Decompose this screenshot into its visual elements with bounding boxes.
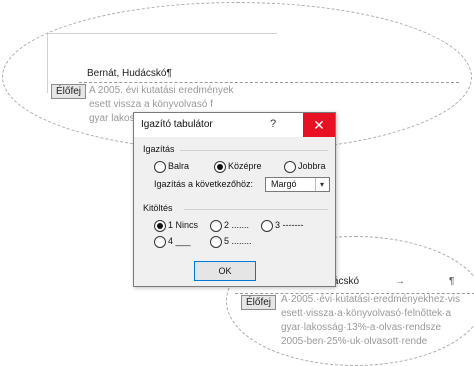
align-to-dropdown[interactable]: Margó ▾ [265,177,330,192]
body-line-2: esett vissza a könyvolvasó f [89,99,213,110]
leader-none-radio[interactable] [154,220,166,232]
leader-dashes-radio[interactable] [261,220,273,232]
align-left-radio[interactable] [154,161,166,173]
ok-button[interactable]: OK [194,261,256,281]
align-to-value: Margó [271,179,297,189]
body-line-3: gyar·lakosság·13%-a·olvas·rendsze [281,322,442,333]
alignment-group-label: Igazítás [143,144,175,154]
align-to-label: Igazítás a következőhöz: [154,179,254,189]
leader-none-label[interactable]: 1 Nincs [168,220,198,230]
header-separator [79,82,459,83]
align-left-label[interactable]: Balra [168,161,189,171]
align-center-radio[interactable] [214,161,226,173]
close-button[interactable]: ✕ [303,113,335,137]
align-center-label[interactable]: Középre [228,161,262,171]
header-tag: Élőfej [51,84,87,99]
body-line-4: 2005-ben·25%-uk·olvasott·rende [281,336,428,347]
leader-middots-radio[interactable] [210,236,222,248]
chevron-down-icon[interactable]: ▾ [315,178,328,191]
tab-arrow-icon: → [395,276,405,287]
header-author-text: Bernát, Hudácskó¶ [87,68,172,79]
leader-dashes-label[interactable]: 3 ------- [275,220,304,230]
body-line-1: A 2005. évi kutatási eredmények [89,85,234,96]
dialog-title: Igazító tabulátor [141,119,213,130]
pilcrow-icon: ¶ [449,276,455,287]
leader-dots-radio[interactable] [210,220,222,232]
align-right-radio[interactable] [284,161,296,173]
leader-group-divider [184,209,328,210]
header-tag: Élőfej [241,295,277,310]
leader-middots-label[interactable]: 5 ........ [224,236,252,246]
help-icon[interactable]: ? [270,118,276,130]
body-line-1: A·2005.·évi·kutatási·eredményekhez·vis [281,294,460,305]
page-edge-top [47,33,277,34]
body-line-2: esett·vissza·a·könyvolvasó·felnőttek·a [281,308,452,319]
alignment-group-divider [180,150,328,151]
leader-underline-radio[interactable] [154,236,166,248]
align-right-label[interactable]: Jobbra [298,161,326,171]
align-tab-dialog: Igazító tabulátor ? ✕ Igazítás Balra Köz… [133,112,336,287]
leader-group-label: Kitöltés [143,203,173,213]
leader-underline-label[interactable]: 4 ___ [168,236,191,246]
dialog-titlebar[interactable]: Igazító tabulátor ? ✕ [134,113,335,137]
page-edge-left [47,33,48,93]
leader-dots-label[interactable]: 2 ....... [224,220,249,230]
